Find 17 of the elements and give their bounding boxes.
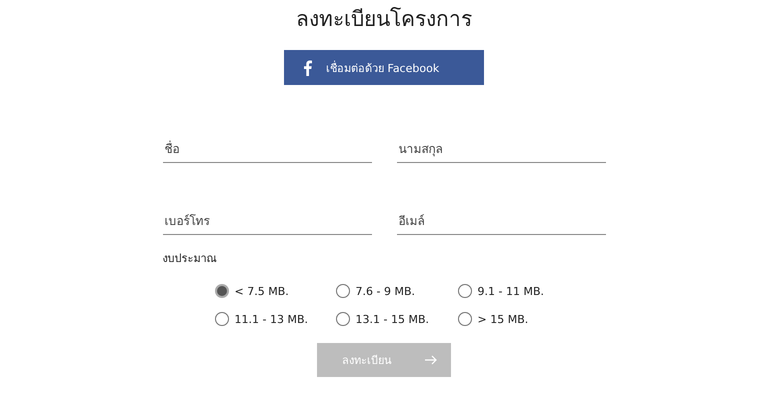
facebook-connect-button[interactable]: เชื่อมต่อด้วย Facebook xyxy=(284,50,484,85)
radio-button[interactable] xyxy=(458,312,472,326)
radio-button[interactable] xyxy=(458,284,472,298)
budget-option[interactable]: > 15 MB. xyxy=(458,312,568,326)
radio-button[interactable] xyxy=(336,312,350,326)
budget-option[interactable]: < 7.5 MB. xyxy=(214,284,336,298)
budget-option[interactable]: 9.1 - 11 MB. xyxy=(458,284,568,298)
arrow-right-icon xyxy=(425,355,437,365)
budget-label: งบประมาณ xyxy=(162,251,218,267)
budget-option[interactable]: 11.1 - 13 MB. xyxy=(214,312,336,326)
radio-button[interactable] xyxy=(214,312,228,326)
budget-option[interactable]: 13.1 - 15 MB. xyxy=(336,312,458,326)
facebook-f-icon xyxy=(303,60,312,76)
radio-button[interactable] xyxy=(214,284,228,298)
budget-option[interactable]: 7.6 - 9 MB. xyxy=(336,284,458,298)
radio-button[interactable] xyxy=(336,284,350,298)
form-title: ลงทะเบียนโครงการ xyxy=(296,6,472,33)
